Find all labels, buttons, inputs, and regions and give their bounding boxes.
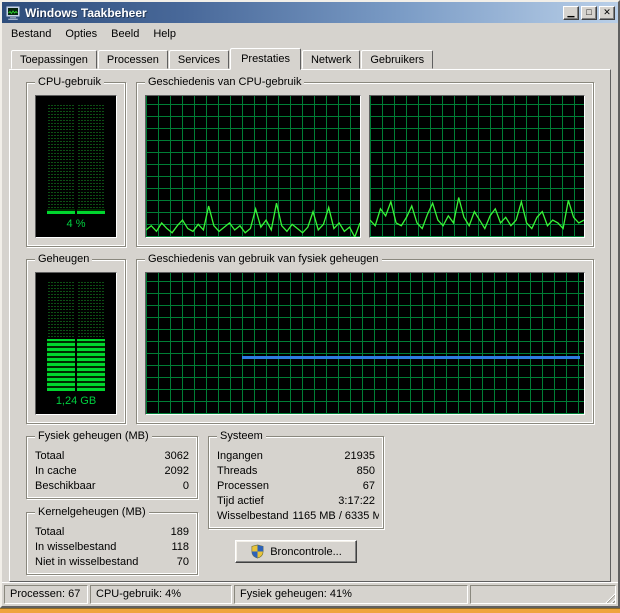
tab-processen[interactable]: Processen <box>98 50 168 69</box>
table-row: Totaal 189 <box>31 525 193 540</box>
status-processes: Processen: 67 <box>4 585 88 604</box>
stat-label: Processen <box>217 479 269 494</box>
cpu-usage-meter: 4 % <box>35 95 117 238</box>
resource-monitor-button[interactable]: Broncontrole... <box>235 540 357 563</box>
window-title: Windows Taakbeheer <box>25 6 563 20</box>
cpu-history-graph-core2 <box>369 95 585 238</box>
memory-history-groupbox: Geschiedenis van gebruik van fysiek gehe… <box>136 259 594 424</box>
menu-bestand[interactable]: Bestand <box>4 25 58 43</box>
table-row: Processen 67 <box>213 479 379 494</box>
menu-opties[interactable]: Opties <box>58 25 104 43</box>
memory-history-line <box>242 356 579 359</box>
stat-value: 3:17:22 <box>334 494 375 509</box>
stat-label: Tijd actief <box>217 494 264 509</box>
table-row: Niet in wisselbestand 70 <box>31 555 193 570</box>
tab-services[interactable]: Services <box>169 50 229 69</box>
taskmanager-window: Windows Taakbeheer ▁ □ ✕ Bestand Opties … <box>0 0 620 608</box>
stat-value: 21935 <box>340 449 375 464</box>
table-row: In wisselbestand 118 <box>31 540 193 555</box>
resource-monitor-label: Broncontrole... <box>270 546 342 558</box>
cpu-trace-core1 <box>146 96 360 237</box>
table-row: In cache 2092 <box>31 464 193 479</box>
table-row: Beschikbaar 0 <box>31 479 193 494</box>
menubar: Bestand Opties Beeld Help <box>2 23 618 44</box>
table-row: Totaal 3062 <box>31 449 193 464</box>
stat-value: 67 <box>359 479 375 494</box>
table-row: Ingangen 21935 <box>213 449 379 464</box>
tab-netwerk[interactable]: Netwerk <box>302 50 360 69</box>
stat-value: 189 <box>167 525 189 540</box>
table-row: Tijd actief 3:17:22 <box>213 494 379 509</box>
tab-toepassingen[interactable]: Toepassingen <box>11 50 97 69</box>
system-title: Systeem <box>217 430 266 442</box>
cpu-trace-core2 <box>370 96 584 237</box>
uac-shield-icon <box>250 544 265 559</box>
stat-label: Totaal <box>35 449 64 464</box>
desktop-background-strip <box>0 608 620 613</box>
tab-strip: Toepassingen Processen Services Prestati… <box>9 47 611 69</box>
cpu-meter-background <box>47 104 105 214</box>
status-physical-memory: Fysiek geheugen: 41% <box>234 585 468 604</box>
performance-tab-page: CPU-gebruik 4 % Geschiedenis van CPU-geb… <box>9 69 611 582</box>
tab-prestaties[interactable]: Prestaties <box>230 48 301 70</box>
resize-grip[interactable] <box>603 591 615 603</box>
stat-value: 2092 <box>161 464 189 479</box>
tab-gebruikers[interactable]: Gebruikers <box>361 50 433 69</box>
stat-value: 70 <box>173 555 189 570</box>
memory-meter-fill <box>47 339 105 391</box>
stat-value: 1165 MB / 6335 MB <box>289 509 379 524</box>
status-empty-panel <box>470 585 616 604</box>
stat-label: Wisselbestand <box>217 509 289 524</box>
kernel-memory-groupbox: Kernelgeheugen (MB) Totaal189 In wisselb… <box>26 512 198 575</box>
stat-label: Niet in wisselbestand <box>35 555 138 570</box>
cpu-usage-value: 4 % <box>36 215 116 237</box>
stat-label: Totaal <box>35 525 64 540</box>
memory-history-group-title: Geschiedenis van gebruik van fysiek gehe… <box>145 253 382 265</box>
cpu-usage-group-title: CPU-gebruik <box>35 76 104 88</box>
cpu-usage-groupbox: CPU-gebruik 4 % <box>26 82 126 247</box>
tab-control: Toepassingen Processen Services Prestati… <box>2 44 618 582</box>
cpu-meter-fill <box>47 209 105 215</box>
stat-label: Threads <box>217 464 257 479</box>
stat-label: Beschikbaar <box>35 479 96 494</box>
memory-history-graph <box>145 272 585 415</box>
memory-usage-value: 1,24 GB <box>36 392 116 414</box>
status-cpu-usage: CPU-gebruik: 4% <box>90 585 232 604</box>
physical-memory-groupbox: Fysiek geheugen (MB) Totaal3062 In cache… <box>26 436 198 499</box>
stat-value: 118 <box>167 540 189 555</box>
close-button[interactable]: ✕ <box>599 6 615 20</box>
stat-label: In cache <box>35 464 77 479</box>
cpu-history-groupbox: Geschiedenis van CPU-gebruik <box>136 82 594 247</box>
kernel-memory-title: Kernelgeheugen (MB) <box>35 506 149 518</box>
menu-help[interactable]: Help <box>146 25 183 43</box>
table-row: Threads 850 <box>213 464 379 479</box>
stat-label: In wisselbestand <box>35 540 116 555</box>
system-groupbox: Systeem Ingangen21935 Threads850 Process… <box>208 436 384 529</box>
memory-groupbox: Geheugen 1,24 GB <box>26 259 126 424</box>
cpu-history-graph-core1 <box>145 95 361 238</box>
cpu-history-group-title: Geschiedenis van CPU-gebruik <box>145 76 304 88</box>
stat-value: 3062 <box>161 449 189 464</box>
minimize-button[interactable]: ▁ <box>563 6 579 20</box>
table-row: Wisselbestand1165 MB / 6335 MB <box>213 509 379 524</box>
taskmanager-app-icon <box>5 6 21 20</box>
stat-value: 0 <box>179 479 189 494</box>
titlebar[interactable]: Windows Taakbeheer ▁ □ ✕ <box>2 2 618 23</box>
memory-meter: 1,24 GB <box>35 272 117 415</box>
menu-beeld[interactable]: Beeld <box>104 25 146 43</box>
physical-memory-title: Fysiek geheugen (MB) <box>35 430 152 442</box>
stat-value: 850 <box>353 464 375 479</box>
maximize-button[interactable]: □ <box>581 6 597 20</box>
memory-group-title: Geheugen <box>35 253 92 265</box>
stat-label: Ingangen <box>217 449 263 464</box>
memory-graph-grid <box>146 273 584 414</box>
statusbar: Processen: 67 CPU-gebruik: 4% Fysiek geh… <box>2 582 618 606</box>
